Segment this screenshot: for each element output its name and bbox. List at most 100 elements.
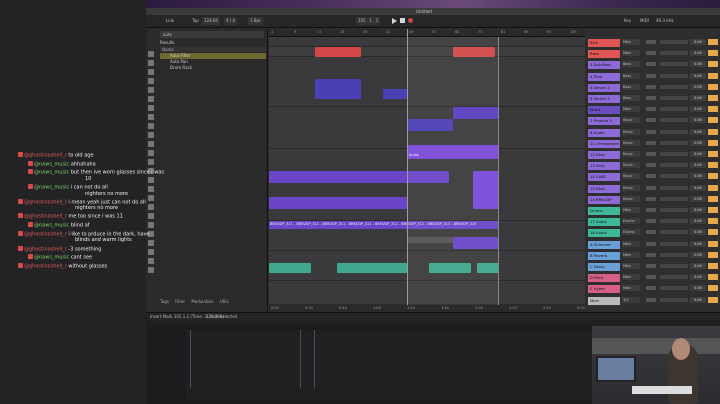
drum-clip[interactable] [269,263,311,273]
track-name[interactable]: 12 Diva [588,151,620,159]
track-name[interactable]: 15 Diva [588,184,620,193]
track-activator-button[interactable] [708,296,718,303]
quantize-dropdown[interactable]: 1 Bar [248,17,263,25]
output-routing-dropdown[interactable]: Drums [622,229,640,236]
volume-value[interactable]: 0.00 [690,218,706,225]
send-knob[interactable] [646,208,656,212]
category-icon[interactable] [148,105,154,111]
mixer-track-row[interactable]: Kick Main 0.00 [586,39,720,47]
volume-value[interactable]: 0.00 [690,229,706,236]
send-knob[interactable] [646,140,656,145]
mixer-track-row[interactable]: 13 Diva Music 0.00 [586,162,720,171]
mixer-track-row[interactable]: 14 LABS Music 0.00 [586,173,720,182]
volume-value[interactable]: 0.00 [690,83,706,90]
tag-tags[interactable]: Tags [160,299,169,304]
category-icon[interactable] [148,60,154,66]
category-icon[interactable] [148,267,154,273]
mixer-track-row[interactable]: Drums Main 0.00 [586,207,720,215]
link-button[interactable]: Link [166,17,174,25]
track-name[interactable]: 14 BRKVDP [588,195,620,204]
send-knob[interactable] [646,174,656,179]
mixer-track-row[interactable]: 15 Diva Music 0.00 [586,184,720,193]
send-knob[interactable] [646,129,656,134]
track-name[interactable]: 18 Audio [588,229,620,238]
bass-clip[interactable] [315,79,361,99]
output-routing-dropdown[interactable]: Bass [622,72,640,79]
loop-selection[interactable] [407,37,499,312]
volume-value[interactable]: 0.00 [690,184,706,191]
send-knob[interactable] [646,264,656,268]
mixer-track-row[interactable]: 11 Omnisphere Music 0.00 [586,139,720,148]
volume-value[interactable]: 0.00 [690,61,706,68]
category-icon[interactable] [148,222,154,228]
volume-value[interactable]: 0.00 [690,207,706,213]
kick-clip[interactable] [315,47,361,57]
category-icon[interactable] [148,96,154,102]
track-activator-button[interactable] [708,83,718,90]
track-name[interactable]: E Hyper [588,285,620,294]
track-name[interactable]: 5 Serum 2 [588,83,620,92]
track-name[interactable]: B Reverb [588,251,620,260]
mixer-track-row[interactable]: 12 Diva Music 0.00 [586,151,720,159]
track-name[interactable]: Music [588,106,620,115]
output-routing-dropdown[interactable]: Main [622,263,640,269]
output-routing-dropdown[interactable]: Music [622,184,640,191]
mixer-track-row[interactable]: D Pitch Main 0.00 [586,274,720,283]
track-activator-button[interactable] [708,50,718,57]
volume-value[interactable]: 0.00 [690,139,706,146]
stop-icon[interactable] [400,18,405,23]
browser-name-column[interactable]: Name [160,47,266,52]
volume-value[interactable]: 0.00 [690,50,706,57]
track-name[interactable]: Main [588,296,620,305]
volume-value[interactable]: 0.00 [690,274,706,281]
category-icon[interactable] [148,186,154,192]
track-name[interactable]: D Pitch [588,274,620,283]
category-icon[interactable] [148,195,154,201]
output-routing-dropdown[interactable]: Main [622,251,640,258]
category-icon[interactable] [148,78,154,84]
track-activator-button[interactable] [708,274,718,281]
track-activator-button[interactable] [708,195,718,202]
arrangement-view[interactable]: 1 9 17 25 33 41 49 57 65 73 81 89 97 105 Audio BRKVDP… [269,29,585,312]
output-routing-dropdown[interactable]: Main [622,207,640,213]
track-name[interactable]: Bass [588,50,620,59]
volume-value[interactable]: 0.00 [690,296,706,303]
output-routing-dropdown[interactable]: Main [622,39,640,45]
category-icon[interactable] [148,132,154,138]
track-activator-button[interactable] [708,207,718,213]
output-routing-dropdown[interactable]: Music [622,162,640,169]
tempo-field[interactable]: 124.00 [202,17,220,25]
output-routing-dropdown[interactable]: Bass [622,95,640,101]
track-activator-button[interactable] [708,251,718,258]
volume-value[interactable]: 0.00 [690,251,706,258]
output-routing-dropdown[interactable]: Drums [622,218,640,225]
category-icon[interactable] [148,258,154,264]
pad-clip[interactable] [269,197,407,209]
track-name[interactable]: C Delay [588,263,620,271]
output-routing-dropdown[interactable]: Music [622,139,640,146]
tag-filter[interactable]: Filter [175,299,185,304]
send-knob[interactable] [646,118,656,123]
output-routing-dropdown[interactable]: Bass [622,61,640,68]
track-activator-button[interactable] [708,128,718,135]
track-activator-button[interactable] [708,263,718,269]
track-name[interactable]: 3 Sub Bass [588,61,620,70]
mixer-track-row[interactable]: 6 Serum 3 Bass 0.00 [586,95,720,103]
track-name[interactable]: 17 Audio [588,218,620,227]
output-routing-dropdown[interactable]: 1/2 [622,296,640,303]
mixer-track-row[interactable]: 8 Audio Music 0.00 [586,128,720,137]
tag-modulation[interactable]: Modulation [191,299,213,304]
category-icon[interactable] [148,150,154,156]
volume-value[interactable]: 0.00 [690,162,706,169]
category-icon[interactable] [148,114,154,120]
track-name[interactable]: 4 Diva [588,72,620,81]
volume-value[interactable]: 0.00 [690,263,706,269]
send-knob[interactable] [646,219,656,224]
send-knob[interactable] [646,73,656,78]
output-routing-dropdown[interactable]: Music [622,128,640,135]
playhead[interactable] [407,29,408,312]
send-knob[interactable] [646,107,656,112]
category-icon[interactable] [148,204,154,210]
category-icon[interactable] [148,159,154,165]
tap-button[interactable]: Tap [192,17,199,25]
